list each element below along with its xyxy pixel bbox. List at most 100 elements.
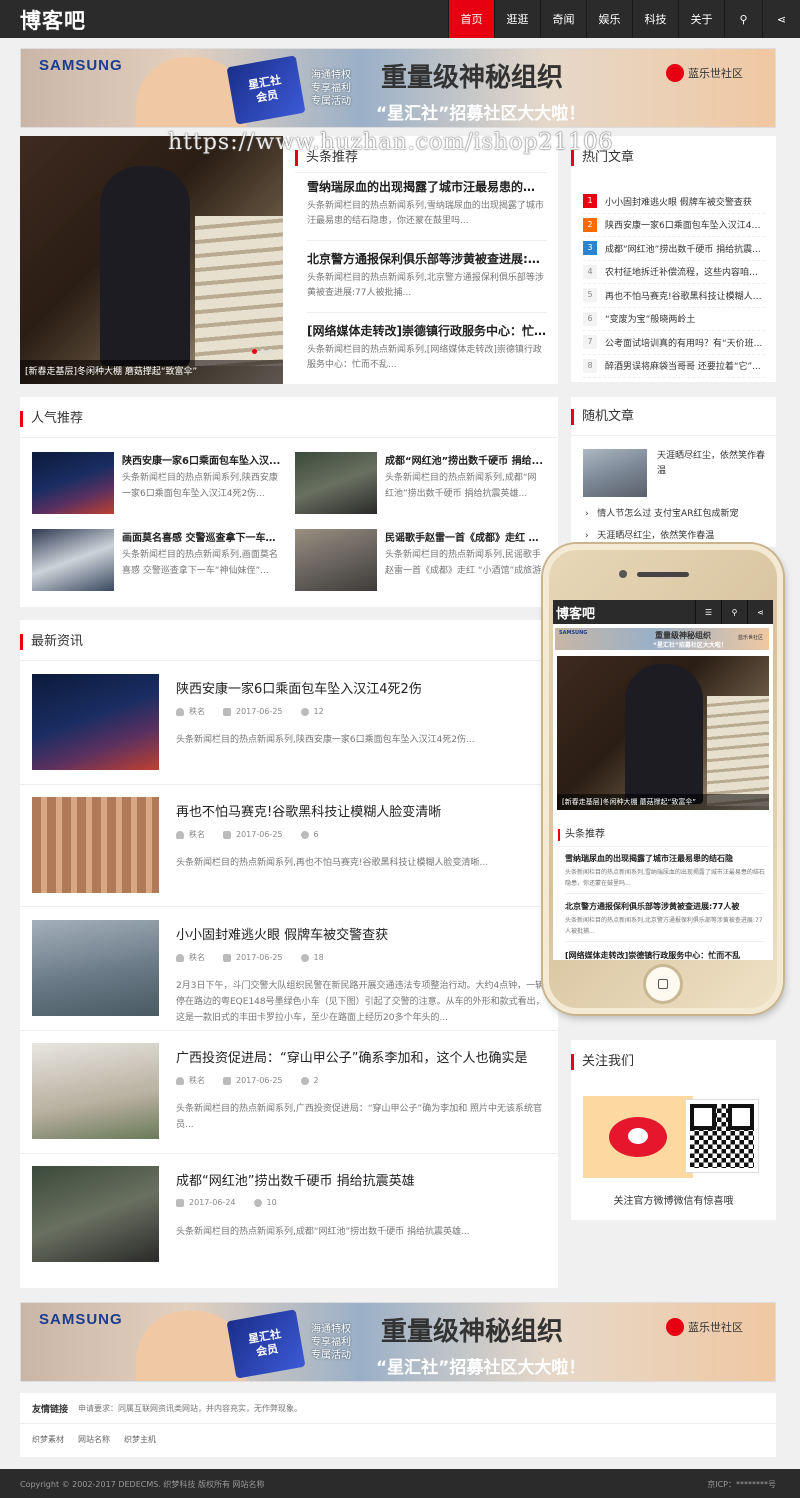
menu-icon[interactable]: ☰ <box>695 600 721 624</box>
latest-item[interactable]: 再也不怕马赛克!谷歌黑科技让模糊人脸变清晰 秩名 2017-06-25 6 头条新闻… <box>32 797 544 897</box>
nav-about[interactable]: 关于 <box>678 0 724 38</box>
latest-item-title[interactable]: 陕西安康一家6口乘面包车坠入汉江4死2伤 <box>176 678 422 697</box>
random-item[interactable]: › 情人节怎么过 支付宝AR红包成新宠 <box>585 507 770 523</box>
rank-badge: 2 <box>583 217 597 232</box>
headline-title-2[interactable]: 北京警方通报保利俱乐部等涉黄被查进展:77... <box>307 250 547 267</box>
hot-item-title[interactable]: 再也不怕马赛克!谷歌黑科技让模糊人脸... <box>605 289 765 302</box>
popular-thumb[interactable] <box>295 452 377 514</box>
site-logo[interactable]: 博客吧 <box>20 5 86 35</box>
hot-item-title[interactable]: 公考面试培训真的有用吗？有“天价班... <box>605 336 762 349</box>
latest-item[interactable]: 小小固封难逃火眼 假牌车被交警查获 秩名 2017-06-25 18 2月3日下午，… <box>32 920 545 1023</box>
hot-item-title[interactable]: 醉酒男误将麻袋当哥哥 还要拉着“它”... <box>605 359 761 372</box>
popular-item[interactable]: 陕西安康一家6口乘面包车坠入汉... 头条新闻栏目的热点新闻系列,陕西安康一家6… <box>32 452 282 516</box>
date: 2017-06-25 <box>236 830 283 839</box>
mobile-banner-partner: 蓝乐世社区 <box>737 635 763 641</box>
share-icon[interactable]: ⋖ <box>762 0 800 38</box>
latest-item[interactable]: 成都“网红池”捞出数千硬币 捐给抗震英雄 2017-06-24 10 头条新闻栏目… <box>32 1166 544 1266</box>
divider <box>20 1030 558 1031</box>
nav-home[interactable]: 首页 <box>448 0 494 38</box>
latest-item[interactable]: 广西投资促进局：“穿山甲公子”确系李加和，这个人也确实是 秩名 2017-06-2… <box>32 1043 544 1143</box>
hot-item[interactable]: 5 再也不怕马赛克!谷歌黑科技让模糊人脸... <box>583 284 765 308</box>
nav-browse[interactable]: 逛逛 <box>494 0 540 38</box>
latest-thumb[interactable] <box>32 920 159 1016</box>
banner-title: 重量级神秘组织 <box>381 1317 564 1347</box>
mobile-slider-logs <box>707 696 769 806</box>
rank-badge: 5 <box>583 288 597 303</box>
hot-item[interactable]: 8 醉酒男误将麻袋当哥哥 还要拉着“它”... <box>583 355 765 378</box>
nav-tech[interactable]: 科技 <box>632 0 678 38</box>
latest-meta: 秩名 2017-06-25 2 <box>176 1075 319 1086</box>
slider-image[interactable]: [新春走基层]冬闲种大棚 蘑菇撑起“致富伞” <box>20 136 283 384</box>
popular-thumb[interactable] <box>32 452 114 514</box>
popular-thumb[interactable] <box>295 529 377 591</box>
share-icon[interactable]: ⋖ <box>747 600 773 624</box>
random-item[interactable]: › 天涯晒尽红尘，依然笑作春温 <box>585 529 770 545</box>
hot-item[interactable]: 3 成都“网红池”捞出数千硬币 捐给抗震... <box>583 237 765 261</box>
popular-thumb[interactable] <box>32 529 114 591</box>
mobile-slider-image[interactable]: [新春走基层]冬闲种大棚 蘑菇撑起“致富伞” <box>557 656 769 810</box>
popular-item-title[interactable]: 成都“网红池”捞出数千硬币 捐给... <box>385 452 545 467</box>
wechat-qr-code[interactable] <box>685 1099 759 1173</box>
slider-caption[interactable]: [新春走基层]冬闲种大棚 蘑菇撑起“致富伞” <box>20 360 283 384</box>
headline-title-1[interactable]: 雪纳瑞尿血的出现揭露了城市汪最易患的结石... <box>307 178 547 195</box>
mobile-headline-title[interactable]: [网络媒体走转改]崇德镇行政服务中心：忙而不乱 <box>565 950 765 960</box>
hot-item[interactable]: 1 小小固封难逃火眼 假牌车被交警查获 <box>583 190 765 214</box>
popular-item[interactable]: 民谣歌手赵雷一首《成都》走红 “... 头条新闻栏目的热点新闻系列,民谣歌手赵雷… <box>295 529 545 593</box>
latest-thumb[interactable] <box>32 674 159 770</box>
hot-item-title[interactable]: “变废为宝”般晓两岭土 <box>605 312 695 325</box>
hot-item-title[interactable]: 成都“网红池”捞出数千硬币 捐给抗震... <box>605 242 761 255</box>
slider-dot[interactable] <box>268 349 273 354</box>
headline-title-3[interactable]: [网络媒体走转改]崇德镇行政服务中心：忙而... <box>307 322 547 339</box>
random-top-title[interactable]: 天涯晒尽红尘，依然笑作春温 <box>657 449 769 481</box>
random-panel: 随机文章 天涯晒尽红尘，依然笑作春温 › 情人节怎么过 支付宝AR红包成新宠 ›… <box>571 397 776 547</box>
search-icon[interactable]: ⚲ <box>724 0 762 38</box>
mobile-logo[interactable]: 博客吧 <box>556 603 595 622</box>
calendar-icon <box>223 953 231 962</box>
friend-link[interactable]: 织梦主机 <box>124 1434 156 1445</box>
slider-dot[interactable] <box>260 349 265 354</box>
slider-figure <box>100 166 190 366</box>
mobile-slider-caption[interactable]: [新春走基层]冬闲种大棚 蘑菇撑起“致富伞” <box>557 794 769 810</box>
latest-thumb[interactable] <box>32 1166 159 1262</box>
home-square-icon <box>658 979 668 989</box>
popular-item-title[interactable]: 画面莫名喜感 交警巡查拿下一车“... <box>122 529 282 544</box>
divider <box>565 893 765 894</box>
latest-item-title[interactable]: 再也不怕马赛克!谷歌黑科技让模糊人脸变清晰 <box>176 801 441 820</box>
latest-item-title[interactable]: 广西投资促进局：“穿山甲公子”确系李加和，这个人也确实是 <box>176 1047 527 1066</box>
weibo-logo <box>609 1117 667 1157</box>
ad-banner-bottom[interactable]: SAMSUNG 星汇社 会员 海通特权 专享福利 专属活动 重量级神秘组织 “星… <box>20 1302 776 1382</box>
random-item-title[interactable]: 情人节怎么过 支付宝AR红包成新宠 <box>597 509 738 519</box>
popular-item-title[interactable]: 陕西安康一家6口乘面包车坠入汉... <box>122 452 282 467</box>
hot-item[interactable]: 4 农村征地拆迁补偿流程，这些内容咱们... <box>583 261 765 284</box>
hot-item[interactable]: 2 陕西安康一家6口乘面包车坠入汉江4死... <box>583 214 765 237</box>
latest-thumb[interactable] <box>32 797 159 893</box>
random-thumb[interactable] <box>583 449 647 497</box>
weibo-icon[interactable] <box>583 1096 693 1178</box>
hot-item[interactable]: 7 公考面试培训真的有用吗？有“天价班... <box>583 331 765 355</box>
hot-item-title[interactable]: 陕西安康一家6口乘面包车坠入汉江4死... <box>605 218 765 231</box>
popular-item[interactable]: 成都“网红池”捞出数千硬币 捐给... 头条新闻栏目的热点新闻系列,成都“网红池… <box>295 452 545 516</box>
ad-banner-top[interactable]: SAMSUNG 星汇社 会员 海通特权 专享福利 专属活动 重量级神秘组织 “星… <box>20 48 776 128</box>
slider-dot[interactable] <box>252 349 257 354</box>
search-icon[interactable]: ⚲ <box>721 600 747 624</box>
hot-item[interactable]: 6 “变废为宝”般晓两岭土 <box>583 308 765 331</box>
latest-item[interactable]: 陕西安康一家6口乘面包车坠入汉江4死2伤 秩名 2017-06-25 12 头条新闻… <box>32 674 544 774</box>
popular-item[interactable]: 画面莫名喜感 交警巡查拿下一车“... 头条新闻栏目的热点新闻系列,画面莫名喜感… <box>32 529 282 593</box>
hot-item-title[interactable]: 农村征地拆迁补偿流程，这些内容咱们... <box>605 265 765 278</box>
friend-link[interactable]: 网站名称 <box>78 1434 110 1445</box>
date: 2017-06-24 <box>189 1198 236 1207</box>
mobile-headline-title[interactable]: 雪纳瑞尿血的出现揭露了城市汪最易患的结石隐 <box>565 853 765 864</box>
latest-item-title[interactable]: 小小固封难逃火眼 假牌车被交警查获 <box>176 924 388 943</box>
follow-section-title: 关注我们 <box>571 1054 634 1070</box>
nav-entertainment[interactable]: 娱乐 <box>586 0 632 38</box>
latest-thumb[interactable] <box>32 1043 159 1139</box>
friend-link[interactable]: 织梦素材 <box>32 1434 64 1445</box>
nav-odd-news[interactable]: 奇闻 <box>540 0 586 38</box>
latest-item-title[interactable]: 成都“网红池”捞出数千硬币 捐给抗震英雄 <box>176 1170 415 1189</box>
hot-item-title[interactable]: 小小固封难逃火眼 假牌车被交警查获 <box>605 195 752 208</box>
random-item-title[interactable]: 天涯晒尽红尘，依然笑作春温 <box>597 531 714 541</box>
popular-item-title[interactable]: 民谣歌手赵雷一首《成都》走红 “... <box>385 529 545 544</box>
mobile-banner[interactable]: SAMSUNG 重量级神秘组织 “星汇社”招募社区大大啦！ 蓝乐世社区 <box>555 628 769 650</box>
icp-number: 京ICP：********号 <box>707 1480 776 1489</box>
mobile-headline-title[interactable]: 北京警方通报保利俱乐部等涉黄被查进展:77人被 <box>565 901 765 912</box>
